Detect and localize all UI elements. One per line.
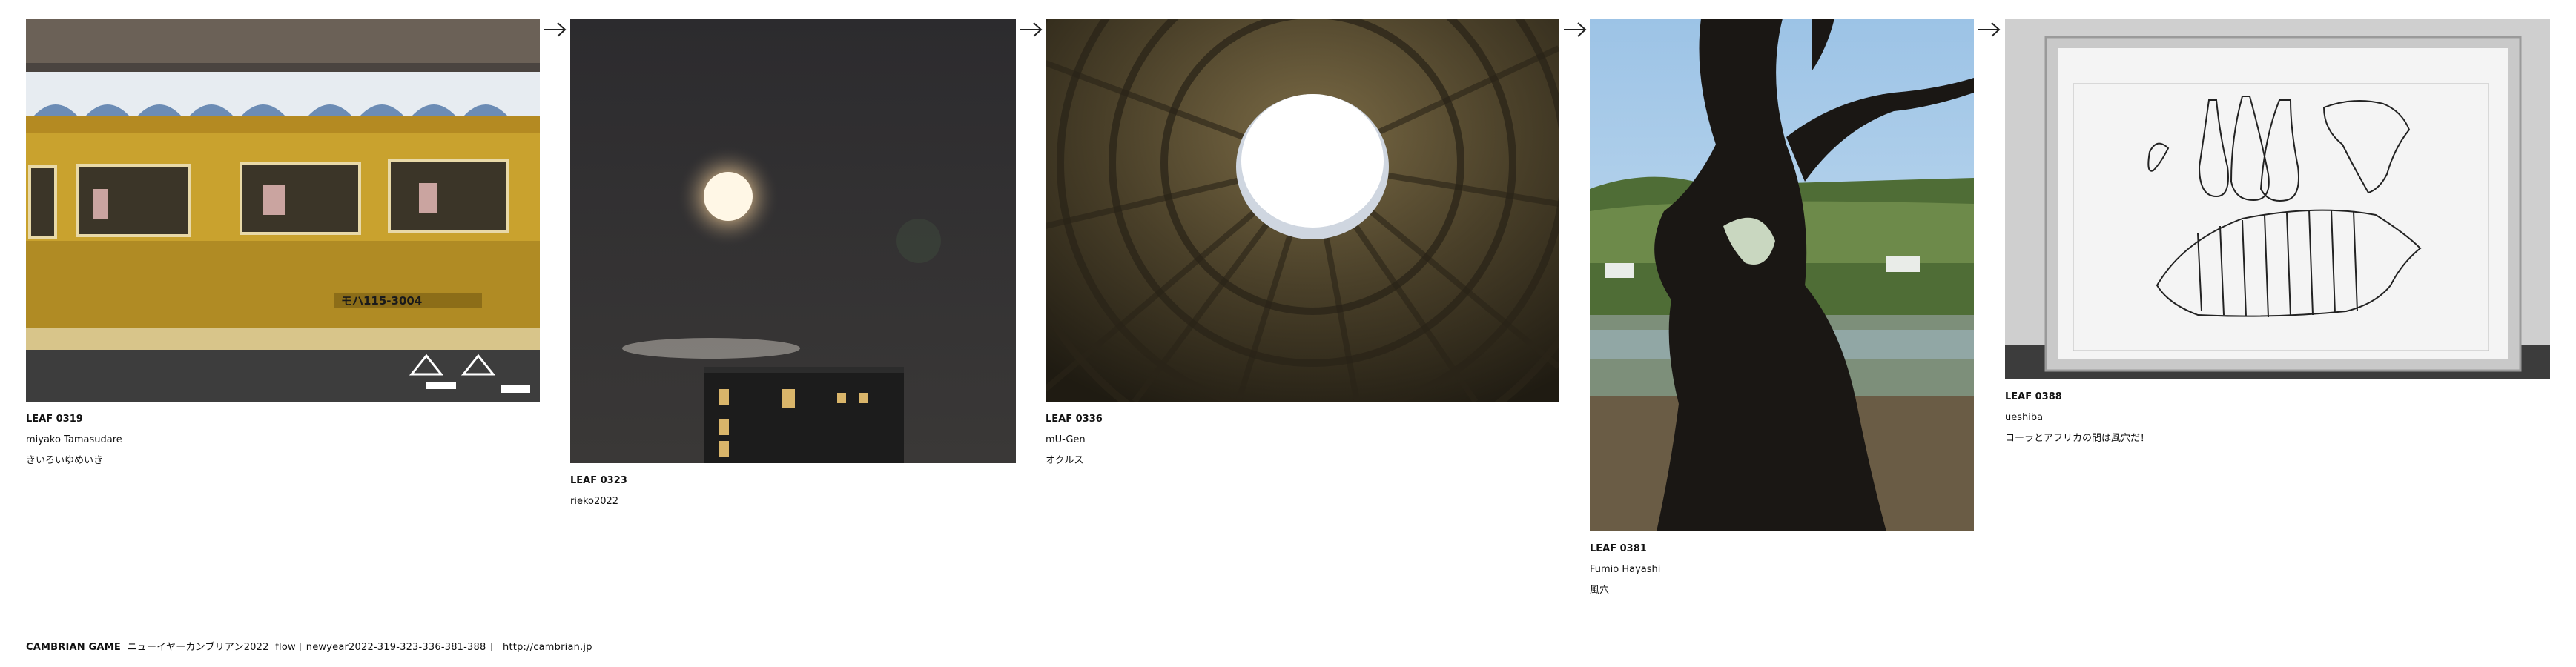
leaf-code: LEAF 0388 bbox=[2005, 391, 2062, 402]
flow-arrow-icon bbox=[1020, 22, 1043, 37]
tree-photo bbox=[1590, 19, 1974, 531]
leaf-code: LEAF 0319 bbox=[26, 414, 83, 425]
leaf-caption: LEAF 0388 ueshiba コーラとアフリカの間は風穴だ！ bbox=[2005, 387, 2550, 449]
footer-flow: flow [ newyear2022-319-323-336-381-388 ] bbox=[275, 642, 494, 653]
leaf-card: LEAF 0336 mU-Gen オクルス bbox=[1046, 19, 1559, 471]
leaf-title: 風穴 bbox=[1590, 585, 1610, 596]
leaf-code: LEAF 0381 bbox=[1590, 543, 1647, 554]
leaf-author-link[interactable]: mU-Gen bbox=[1046, 430, 1559, 451]
framed-drawing-photo bbox=[2005, 19, 2550, 379]
footer-project: ニューイヤーカンブリアン2022 bbox=[127, 642, 269, 653]
leaf-title: コーラとアフリカの間は風穴だ！ bbox=[2005, 433, 2150, 444]
leaf-card: モハ115-3004 LEAF 0319 miyako Tamasudare き… bbox=[26, 19, 540, 471]
leaf-photo-link[interactable] bbox=[1590, 19, 1974, 531]
leaf-author-link[interactable]: Fumio Hayashi bbox=[1590, 560, 1974, 580]
leaf-author-link[interactable]: miyako Tamasudare bbox=[26, 430, 540, 451]
footer: CAMBRIAN GAME ニューイヤーカンブリアン2022 flow [ ne… bbox=[26, 639, 592, 653]
flow-arrow-icon bbox=[1564, 22, 1587, 37]
flow-arrow-icon bbox=[1978, 22, 2001, 37]
leaf-code: LEAF 0323 bbox=[570, 475, 627, 486]
leaf-photo-link[interactable]: モハ115-3004 bbox=[26, 19, 540, 402]
moon-photo bbox=[570, 19, 1016, 463]
leaf-title: オクルス bbox=[1046, 455, 1084, 466]
leaf-photo-link[interactable] bbox=[570, 19, 1016, 463]
leaf-card: LEAF 0323 rieko2022 bbox=[570, 19, 1016, 512]
train-number-text: モハ115-3004 bbox=[341, 294, 422, 308]
leaf-photo-link[interactable] bbox=[2005, 19, 2550, 379]
oculus-photo bbox=[1046, 19, 1559, 402]
footer-url-link[interactable]: http://cambrian.jp bbox=[503, 642, 592, 653]
train-photo: モハ115-3004 bbox=[26, 19, 540, 402]
leaf-caption: LEAF 0336 mU-Gen オクルス bbox=[1046, 409, 1559, 471]
footer-brand-link[interactable]: CAMBRIAN GAME bbox=[26, 642, 121, 653]
leaf-caption: LEAF 0323 rieko2022 bbox=[570, 471, 1016, 512]
leaf-card: LEAF 0381 Fumio Hayashi 風穴 bbox=[1590, 19, 1974, 601]
leaf-title: きいろいゆめいき bbox=[26, 455, 104, 466]
leaf-caption: LEAF 0319 miyako Tamasudare きいろいゆめいき bbox=[26, 409, 540, 471]
leaf-author-link[interactable]: ueshiba bbox=[2005, 408, 2550, 428]
leaf-photo-link[interactable] bbox=[1046, 19, 1559, 402]
leaf-author-link[interactable]: rieko2022 bbox=[570, 491, 1016, 512]
leaf-card: LEAF 0388 ueshiba コーラとアフリカの間は風穴だ！ bbox=[2005, 19, 2550, 449]
leaf-code: LEAF 0336 bbox=[1046, 414, 1103, 425]
leaf-caption: LEAF 0381 Fumio Hayashi 風穴 bbox=[1590, 539, 1974, 601]
flow-arrow-icon bbox=[544, 22, 567, 37]
